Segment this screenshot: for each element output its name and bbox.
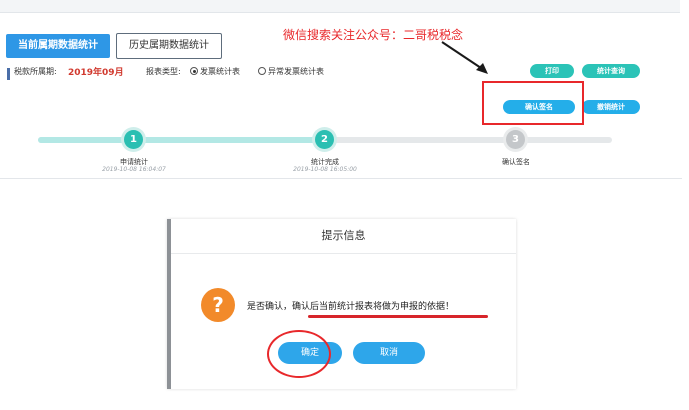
radio-selected-icon: [190, 67, 198, 75]
dialog-title: 提示信息: [171, 219, 516, 254]
radio-invoice-stat[interactable]: 发票统计表: [190, 66, 240, 77]
step-1-time: 2019-10-08 16:04:07: [102, 166, 166, 173]
top-strip: [0, 0, 680, 13]
period-label: 税款所属期:: [14, 67, 57, 76]
radio-label: 异常发票统计表: [268, 67, 324, 76]
message-prefix: 是否确认，: [247, 302, 293, 312]
radio-unselected-icon: [258, 67, 266, 75]
message-suffix: ！: [445, 302, 455, 312]
print-button[interactable]: 打印: [530, 64, 574, 78]
cancel-button[interactable]: 取消: [353, 342, 425, 364]
dialog-message: 是否确认，确认后当前统计报表将做为申报的依据！: [247, 299, 454, 312]
radio-label: 发票统计表: [200, 67, 240, 76]
annotation-circle: [267, 330, 331, 378]
step-3-label: 确认签名: [502, 158, 530, 166]
step-2-marker: 2: [315, 130, 334, 149]
step-2-time: 2019-10-08 16:05:00: [293, 166, 357, 173]
cancel-stat-button[interactable]: 撤销统计: [582, 100, 640, 114]
annotation-arrow: [441, 41, 488, 74]
tab-history-period[interactable]: 历史属期数据统计: [116, 33, 222, 59]
annotation-underline: [308, 315, 488, 318]
radio-abnormal-invoice-stat[interactable]: 异常发票统计表: [258, 66, 324, 77]
report-type-label: 报表类型:: [146, 67, 181, 76]
section-marker: [7, 68, 10, 80]
question-icon: ?: [201, 288, 235, 322]
step-1-marker: 1: [124, 130, 143, 149]
progress-fill: [38, 137, 326, 143]
annotation-box: [482, 81, 584, 125]
message-highlight: 确认后当前统计报表将做为申报的依据: [292, 302, 446, 312]
period-value: 2019年09月: [68, 68, 124, 78]
tab-current-period[interactable]: 当前属期数据统计: [6, 34, 110, 58]
stat-query-button[interactable]: 统计查询: [582, 64, 640, 78]
step-3-marker: 3: [506, 130, 525, 149]
